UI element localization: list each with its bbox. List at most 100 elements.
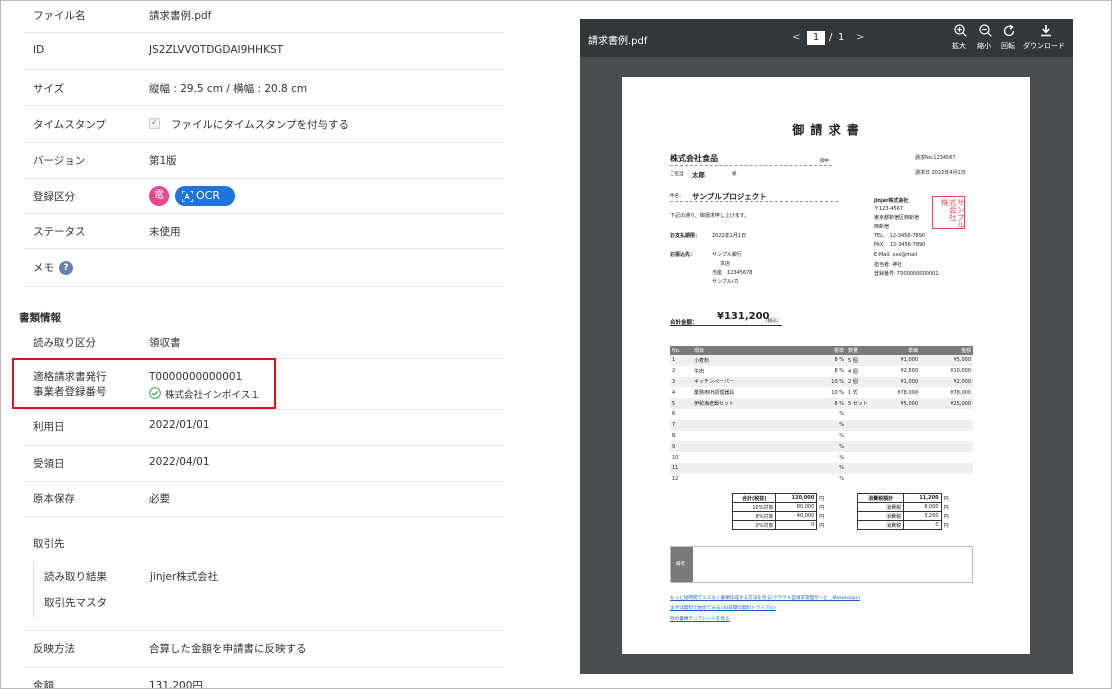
items-cell: ¥78,000 [897,389,918,396]
summary-row: 合計(税抜) 120,000 円 [731,493,832,503]
items-cell: 8 % [814,355,846,366]
issuer-line: 〒123-4567 [874,206,904,212]
due-value: 2022年1月1日 [712,233,747,239]
filename-value: 請求書例.pdf [149,10,212,22]
bank-label: お振込先： [670,252,696,258]
client-honorific: 御中 [820,159,829,164]
use-date-value: 2022/01/01 [149,419,210,431]
items-cell [920,441,973,453]
person-honorific: 様 [732,172,737,177]
items-cell: 7 [670,419,692,431]
use-date-label: 利用日 [33,421,65,433]
summary-cell: 円 [819,513,825,520]
prev-page-button[interactable]: < [792,32,800,43]
timestamp-checkbox[interactable]: ✓ [149,118,160,129]
items-cell: 4 個 [848,368,858,375]
rotate-button[interactable]: 回転 [999,24,1019,54]
items-cell: 10 [672,454,679,461]
remarks-label: 備考 [676,562,685,567]
summary-cell: 円 [819,522,825,529]
row-use-date: 利用日 2022/01/01 [23,410,505,446]
summary-cell: 0 [903,520,942,530]
bank-line: 当座 12345678 [712,270,753,276]
issuer-line: jinjer株式会社 [874,198,909,204]
zoom-out-button[interactable]: 縮小 [975,24,995,54]
items-cell [846,452,880,463]
items-cell [880,452,920,463]
items-cell: % [814,419,846,431]
remarks-box: 備考 [670,546,973,583]
items-cell: ¥1,000 [880,355,920,366]
company-seal: サ ン プ ル 式 会 社 株 [932,196,965,230]
promo-link[interactable]: 他の書類テンプレートを見る [670,616,730,622]
row-timestamp: タイムスタンプ ✓ ファイルにタイムスタンプを付与する [23,106,505,143]
items-cell: ¥2,500 [900,368,919,375]
issuer-line: 西新宿 [874,224,890,230]
items-cell: 8 % [814,398,846,409]
row-status: ステータス 未使用 [23,214,505,249]
page-number-input[interactable]: 1 [807,31,825,45]
seal-stamp: サ ン プ ル 式 会 社 株 [941,197,965,230]
summary-cell: 40,000 [775,511,818,521]
reflect-value: 合算した金額を申請書に反映する [149,643,307,655]
summary-cell: 消費税 [856,511,905,521]
items-cell [880,409,920,420]
items-cell [846,431,880,442]
viewer-toolbar: 請求書例.pdf < 1 / 1 > 拡大 縮小 回転 ダウンロード [580,19,1073,57]
items-cell: 小麦粉 [692,355,814,366]
download-button[interactable]: ダウンロード [1023,24,1069,54]
items-cell: 8 [672,432,676,439]
items-cell [920,474,973,485]
issuer-line: 東京都新宿区西新宿 [874,215,920,221]
promo-link[interactable]: もっと短時間でミスなく書類作成する方法を見る[クラウド型請求管理サービ＿Make… [670,595,860,601]
receive-date-value: 2022/04/01 [149,456,210,468]
items-cell: 5 個 [846,355,880,366]
items-cell [920,431,973,442]
ocr-label: OCR [196,189,220,202]
summary-row: 0%対象 0 円 [731,520,832,530]
items-cell [846,409,880,420]
version-value: 第1版 [149,155,177,167]
zoom-in-icon [954,24,967,37]
reading-type-label: 読み取り区分 [33,337,96,349]
items-row: 1 小麦粉 8 % 5 個 ¥1,000 ¥5,000 [670,355,973,366]
col-header: 金額 [920,346,973,355]
summary-row: 消費税 3,200 円 [856,511,957,521]
person-name: 太郎 [692,171,705,179]
row-amount: 金額 131,200円 [23,668,505,688]
items-cell: 伊勢海老鍋セット [692,398,814,409]
summary-cell: 円 [943,522,949,529]
summary-cell: 0 [775,520,818,530]
summary-left-body: 合計(税抜) 120,000 円 10%対象 80,000 円 8%対象 40,000 円 0%対… [731,493,832,530]
summary-cell: 円 [943,504,949,511]
items-cell [880,462,920,474]
summary-cell: 3,200 [903,511,942,521]
summary-right-table: 消費税額計 11,200 円消費税 8,000 円消費税 3,200 円消費税 0 円 [856,493,957,530]
row-version: バージョン 第1版 [23,143,505,179]
memo-label: メモ [33,262,54,274]
col-header: 数量 [846,346,880,355]
items-header-row: No. 項目 税率 数量 単価 金額 [670,346,973,355]
download-label: ダウンロード [1023,42,1065,50]
items-row: 6% [670,409,973,420]
items-cell: % [839,432,844,439]
scan-icon [182,191,193,202]
items-cell: ¥2,000 [920,376,973,388]
help-icon[interactable]: ? [59,261,73,275]
items-cell: ¥1,000 [880,376,920,388]
zoom-in-button[interactable]: 拡大 [950,24,970,54]
status-label: ステータス [33,226,86,238]
svg-text:株: 株 [941,197,949,207]
next-page-button[interactable]: > [856,32,864,43]
summary-cell: 円 [819,504,825,511]
items-cell: % [839,454,844,461]
subject-underline [670,201,838,202]
summary-cell: 80,000 [775,502,818,512]
promo-link[interactable]: まずは無料で始めてみる(30日間の無料トライアル) [670,605,776,611]
items-cell [920,409,973,420]
items-cell: 2 [672,368,676,375]
items-row: 4 業務用IH調理器具 10 % 1 式 ¥78,000 ¥78,000 [670,387,973,398]
rotate-label: 回転 [1001,42,1015,50]
items-cell [880,431,920,442]
download-icon [1041,25,1051,37]
